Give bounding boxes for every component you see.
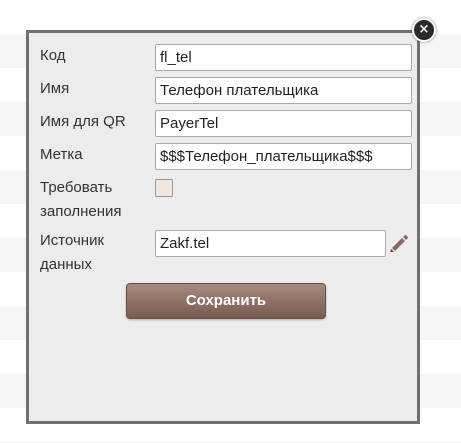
required-label-line1: Требовать [40, 179, 113, 196]
pencil-icon[interactable] [389, 234, 409, 252]
required-checkbox[interactable] [155, 179, 173, 197]
mark-label: Метка [40, 146, 83, 163]
save-button[interactable]: Сохранить [126, 283, 326, 319]
qr-name-label: Имя для QR [40, 113, 126, 130]
source-label-line2: данных [40, 256, 92, 273]
source-label-line1: Источник [40, 232, 105, 249]
source-input[interactable] [155, 230, 386, 257]
required-label-line2: заполнения [40, 203, 122, 220]
code-input[interactable] [155, 44, 412, 71]
mark-input[interactable] [155, 143, 412, 170]
close-icon[interactable]: × [412, 18, 436, 42]
name-input[interactable] [155, 77, 412, 104]
qr-name-input[interactable] [155, 110, 412, 137]
name-label: Имя [40, 80, 70, 97]
code-label: Код [40, 47, 66, 64]
